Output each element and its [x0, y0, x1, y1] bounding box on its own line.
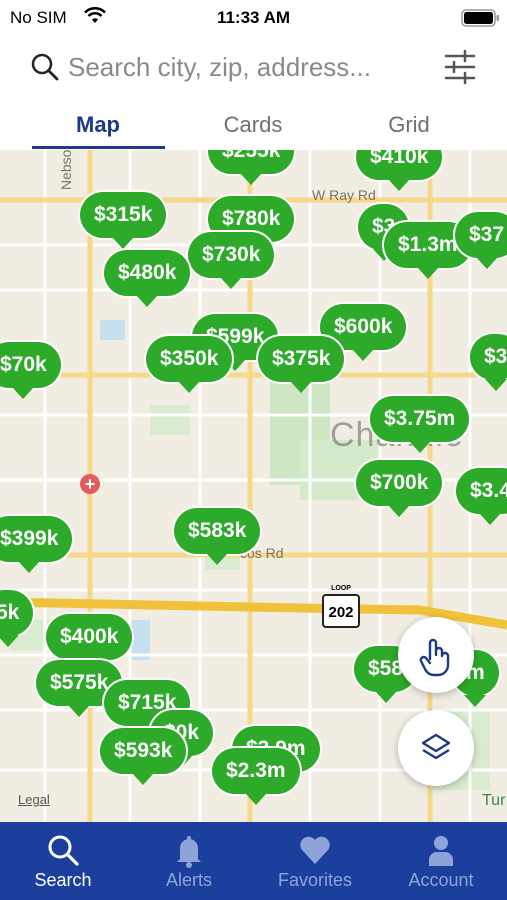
street-label: Nebson Rd — [58, 150, 74, 190]
legal-link[interactable]: Legal — [18, 792, 50, 807]
price-pin[interactable]: $583k — [174, 508, 261, 565]
tab-map[interactable]: Map — [38, 112, 158, 138]
price-pin[interactable]: $399k — [0, 516, 73, 573]
heart-icon — [297, 832, 333, 868]
price-pin[interactable]: $593k — [100, 728, 187, 785]
nav-favorites[interactable]: Favorites — [252, 822, 378, 900]
price-pin[interactable]: $480k — [104, 250, 191, 307]
nav-search[interactable]: Search — [0, 822, 126, 900]
bell-icon — [171, 832, 207, 868]
price-pin[interactable]: $700k — [356, 460, 443, 517]
nav-label: Search — [34, 870, 92, 890]
price-pin[interactable]: $730k — [188, 232, 275, 289]
price-pin[interactable]: $350k — [146, 336, 233, 393]
price-pin[interactable]: $3.75m — [370, 396, 470, 453]
price-pin[interactable]: $255k — [208, 150, 295, 185]
tab-grid[interactable]: Grid — [349, 112, 469, 138]
nav-label: Account — [408, 870, 474, 890]
clock: 11:33 AM — [216, 8, 291, 27]
highway-shield-number: 202 — [328, 604, 354, 621]
bottom-nav: Search Alerts Favorites Account — [0, 822, 507, 900]
active-tab-indicator — [32, 146, 165, 149]
search-bar[interactable]: Search city, zip, address... — [0, 36, 507, 100]
price-pin[interactable]: $315k — [80, 192, 167, 249]
price-pin[interactable]: $410k — [356, 150, 443, 191]
search-icon — [45, 832, 81, 868]
map-layers-button[interactable] — [398, 710, 474, 786]
battery-icon — [461, 9, 499, 27]
price-pin[interactable]: $70k — [0, 342, 61, 399]
nav-account[interactable]: Account — [378, 822, 504, 900]
highway-shield-top: LOOP — [331, 585, 351, 592]
person-icon — [423, 832, 459, 868]
price-pin[interactable]: $2.3m — [212, 748, 300, 805]
highway-shield: LOOP 202 — [322, 585, 360, 628]
tab-cards[interactable]: Cards — [193, 112, 313, 138]
price-pin[interactable]: $400k — [46, 614, 133, 671]
hospital-marker-icon: + — [80, 474, 100, 494]
search-icon — [30, 52, 60, 87]
map-view[interactable]: W Ray Rd Nebson Rd cos Rd Chandle + LOOP… — [0, 150, 507, 822]
price-pin[interactable]: $375k — [258, 336, 345, 393]
nav-label: Favorites — [277, 870, 353, 890]
nav-label: Alerts — [165, 870, 212, 890]
status-bar: No SIM 11:33 AM — [0, 0, 507, 36]
view-tabs: Map Cards Grid — [0, 100, 507, 150]
search-input[interactable]: Search city, zip, address... — [68, 52, 371, 83]
price-pin[interactable]: $37 — [455, 212, 507, 269]
filter-sliders-icon[interactable] — [443, 48, 477, 91]
map-place-label: Tur — [482, 792, 506, 809]
nav-alerts[interactable]: Alerts — [126, 822, 252, 900]
price-pin[interactable]: $3.4 — [456, 468, 507, 525]
street-label: W Ray Rd — [312, 187, 376, 203]
draw-search-button[interactable] — [398, 617, 474, 693]
